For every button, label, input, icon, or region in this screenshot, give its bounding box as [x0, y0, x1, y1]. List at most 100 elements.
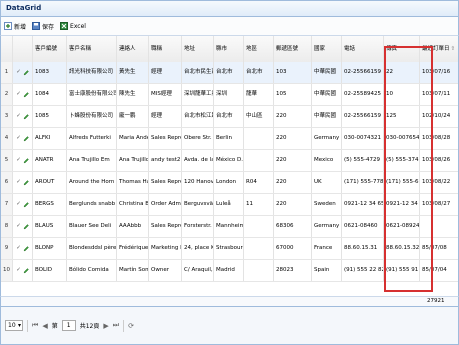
job-title: Marketing Man: [149, 238, 182, 259]
table-row[interactable]: 6✓ AROUTAround the HornThomas HardySales …: [1, 172, 458, 194]
table-row[interactable]: 8✓ BLAUSBlauer See DeliAAAbbbSales Repres…: [1, 216, 458, 238]
contact: Christina Bergl: [117, 194, 149, 215]
edit-icon[interactable]: [23, 69, 29, 76]
table-row[interactable]: 4✓ ALFKIAlfreds FutterkiMaria AndersSales…: [1, 128, 458, 150]
next-page-icon[interactable]: ▶: [103, 322, 108, 330]
postal-code: 103: [274, 62, 312, 83]
table-row[interactable]: 5 ✓ ANATR Ana Trujillo Em Ana Trujillo andy t…: [1, 150, 458, 172]
add-label: 新增: [14, 23, 27, 31]
row-check-icon[interactable]: ✓: [16, 216, 21, 237]
page-number-input[interactable]: 1: [61, 320, 76, 331]
fax: 88.60.15.32: [384, 238, 420, 259]
header-fax[interactable]: 傳真: [384, 36, 420, 62]
address: C/ Araquil, 67: [182, 260, 214, 281]
table-row[interactable]: 7✓ BERGSBerglunds snabbChristina BerglOrd…: [1, 194, 458, 216]
header-region-label: 地區: [246, 46, 258, 52]
save-button[interactable]: 保存: [32, 22, 54, 31]
country: 中華民國: [312, 106, 342, 127]
table-row[interactable]: 9✓ BLONPBlondesddsl pèreFrédérique CiteMa…: [1, 238, 458, 260]
first-page-icon[interactable]: ⏮: [32, 321, 38, 330]
edit-icon[interactable]: [23, 113, 29, 120]
save-label: 保存: [42, 23, 55, 31]
city: 台北市: [214, 62, 244, 83]
add-button[interactable]: 新增: [4, 22, 26, 31]
postal-code: 220: [274, 150, 312, 171]
row-check-icon[interactable]: ✓: [16, 150, 21, 171]
country: Spain: [312, 260, 342, 281]
postal-code: 220: [274, 106, 312, 127]
row-check-icon[interactable]: ✓: [16, 172, 21, 193]
header-city[interactable]: 縣市: [214, 36, 244, 62]
edit-icon[interactable]: [23, 201, 29, 208]
last-order-date: 102/10/24: [420, 106, 458, 127]
job-title: Order Administ: [149, 194, 182, 215]
header-postal-code[interactable]: 郵遞區號: [274, 36, 312, 62]
edit-icon[interactable]: [23, 157, 29, 164]
row-check-icon[interactable]: ✓: [16, 238, 21, 259]
row-actions: ✓: [13, 128, 33, 149]
refresh-icon[interactable]: ⟳: [128, 322, 134, 330]
row-number: 4: [1, 128, 13, 149]
header-region[interactable]: 地區: [244, 36, 274, 62]
region: 11: [244, 194, 274, 215]
address: 台北市松江路: [182, 106, 214, 127]
pager-divider: [27, 319, 28, 332]
header-job-title[interactable]: 職稱: [149, 36, 182, 62]
row-check-icon[interactable]: ✓: [16, 84, 21, 105]
header-last-order-date[interactable]: 最近訂單日⇧: [420, 36, 458, 62]
table-row[interactable]: 3 ✓ 1085 卜蜂股份有限公司 龐一鹏 經理 台北市松江路 台北市 中山區 220 中華民國 02…: [1, 106, 458, 128]
pager-divider: [123, 319, 125, 332]
fax: 10: [384, 84, 420, 105]
row-number: 2: [1, 84, 13, 105]
customer-name: Bólido Comida: [67, 260, 117, 281]
table-row[interactable]: 1✓1083訊光科技有限公司黃先生經理台北市民生西路台北市台北市103中華民國0…: [1, 62, 458, 84]
address: 120 Hanover Sq.: [182, 172, 214, 193]
edit-icon[interactable]: [23, 135, 29, 142]
toolbar: 新增 保存 Excel: [0, 17, 459, 36]
table-row[interactable]: 10✓ BOLIDBólido ComidaMartín SommerOwnerC…: [1, 260, 458, 282]
row-check-icon[interactable]: ✓: [16, 128, 21, 149]
header-row-actions: [13, 36, 33, 62]
header-address-label: 地址: [184, 46, 196, 52]
contact: Frédérique Cite: [117, 238, 149, 259]
header-row: 客戶編號客戶名稱連絡人職稱地址縣市地區郵遞區號國家電話傳真最近訂單日⇧累計訂單金…: [1, 36, 458, 63]
fax: 22: [384, 62, 420, 83]
header-phone[interactable]: 電話: [342, 36, 384, 62]
country: France: [312, 238, 342, 259]
edit-icon[interactable]: [23, 91, 29, 98]
region: 中山區: [244, 106, 274, 127]
excel-button[interactable]: Excel: [60, 22, 86, 30]
edit-icon[interactable]: [23, 245, 29, 252]
sort-asc-icon[interactable]: ⇧: [451, 46, 456, 52]
address: 深圳龍華工業區: [182, 84, 214, 105]
phone: (171) 555-7788: [342, 172, 384, 193]
row-check-icon[interactable]: ✓: [16, 62, 21, 83]
row-number: 8: [1, 216, 13, 237]
header-address[interactable]: 地址: [182, 36, 214, 62]
contact: Thomas Hardy: [117, 172, 149, 193]
header-country[interactable]: 國家: [312, 36, 342, 62]
header-customer-id[interactable]: 客戶編號: [33, 36, 67, 62]
prev-page-icon[interactable]: ◀: [42, 322, 47, 330]
city: México D.F.: [214, 150, 244, 171]
last-page-icon[interactable]: ⏭: [113, 321, 119, 330]
postal-code: 220: [274, 128, 312, 149]
edit-icon[interactable]: [23, 179, 29, 186]
row-check-icon[interactable]: ✓: [16, 106, 21, 127]
address: Berguvsvägen 8: [182, 194, 214, 215]
row-check-icon[interactable]: ✓: [16, 194, 21, 215]
city: Madrid: [214, 260, 244, 281]
customer-name: Around the Horn: [67, 172, 117, 193]
header-customer-name[interactable]: 客戶名稱: [67, 36, 117, 62]
header-country-label: 國家: [314, 46, 326, 52]
edit-icon[interactable]: [23, 223, 29, 230]
header-contact[interactable]: 連絡人: [117, 36, 149, 62]
row-number: 7: [1, 194, 13, 215]
table-row[interactable]: 2✓ 1084富士康股份有限公司陳先生MIS經理深圳龍華工業區深圳龍華105中華民…: [1, 84, 458, 106]
contact: Martín Sommer: [117, 260, 149, 281]
customer-name: Alfreds Futterki: [67, 128, 117, 149]
last-order-date: 103/07/11: [420, 84, 458, 105]
edit-icon[interactable]: [23, 267, 29, 274]
row-check-icon[interactable]: ✓: [16, 260, 21, 281]
page-size-select[interactable]: 10: [5, 320, 23, 331]
